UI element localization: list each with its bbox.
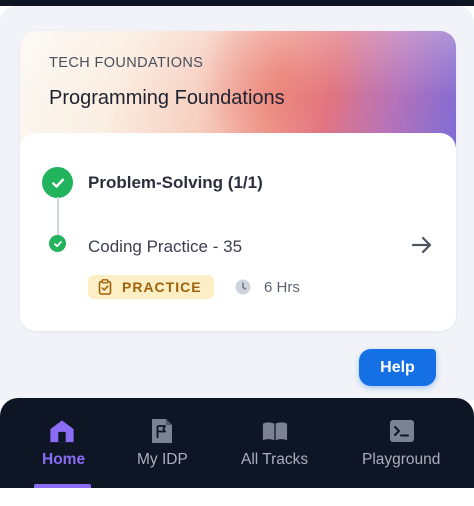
nav-item-home[interactable]: Home xyxy=(24,398,101,488)
nav-item-my-idp[interactable]: My IDP xyxy=(122,398,202,488)
course-content-panel: Problem-Solving (1/1) Coding Practice - … xyxy=(20,133,456,331)
section-complete-icon xyxy=(42,167,73,198)
terminal-icon xyxy=(389,418,415,444)
nav-label-playground: Playground xyxy=(362,451,441,468)
section-title[interactable]: Problem-Solving (1/1) xyxy=(88,173,263,193)
bottom-navigation: Home My IDP All Tracks Playground xyxy=(0,398,474,488)
bottom-safe-area xyxy=(0,488,474,506)
arrow-right-icon[interactable] xyxy=(410,233,434,257)
clipboard-check-icon xyxy=(98,279,112,295)
duration-text: 6 Hrs xyxy=(264,279,300,296)
nav-item-playground[interactable]: Playground xyxy=(355,398,455,488)
course-kicker: TECH FOUNDATIONS xyxy=(49,55,204,71)
home-icon xyxy=(49,418,75,444)
item-complete-icon xyxy=(49,235,66,252)
help-button[interactable]: Help xyxy=(359,349,436,386)
course-title: Programming Foundations xyxy=(49,87,285,109)
nav-label-my-idp: My IDP xyxy=(137,451,188,468)
progress-connector-line xyxy=(56,197,59,235)
course-page: TECH FOUNDATIONS Programming Foundations… xyxy=(0,6,474,400)
item-title[interactable]: Coding Practice - 35 xyxy=(88,237,242,257)
nav-label-home: Home xyxy=(42,451,86,468)
nav-item-all-tracks[interactable]: All Tracks xyxy=(236,398,316,488)
clock-icon xyxy=(235,279,251,295)
flag-document-icon xyxy=(149,418,175,444)
course-card: TECH FOUNDATIONS Programming Foundations… xyxy=(20,31,456,331)
practice-badge: PRACTICE xyxy=(88,275,214,299)
nav-label-all-tracks: All Tracks xyxy=(241,451,309,468)
book-icon xyxy=(262,418,288,444)
practice-badge-label: PRACTICE xyxy=(122,279,202,295)
